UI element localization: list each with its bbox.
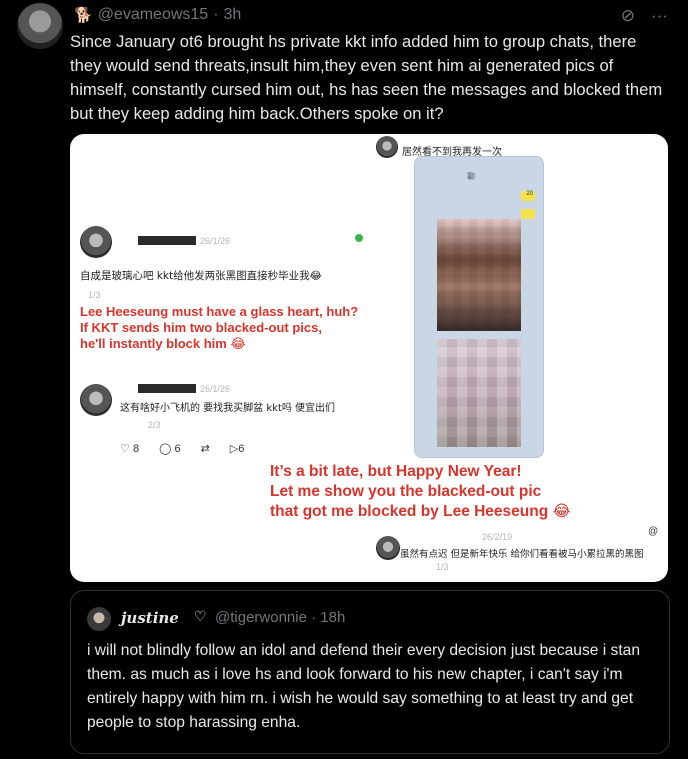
comment-icon: ◯ bbox=[159, 443, 172, 455]
post3-date: 26/2/19 bbox=[482, 532, 513, 542]
share-icon: ▷ bbox=[229, 443, 239, 455]
share-count: 6 bbox=[238, 443, 245, 455]
grok-icon[interactable]: ⊘ bbox=[621, 6, 635, 26]
dog-emoji-icon: 🐕 bbox=[74, 7, 93, 24]
chat-header: 聊 bbox=[467, 172, 475, 181]
tweet-text: Since January ot6 brought hs private kkt… bbox=[70, 32, 663, 123]
post3-translation-line2: Let me show you the blacked-out pic bbox=[270, 483, 542, 500]
post1-translation-line1: Lee Heeseung must have a glass heart, hu… bbox=[80, 304, 359, 319]
commenter-avatar bbox=[376, 136, 398, 158]
post2-text: 这有啥好小飞机的 要找我买脚盆 kkt吗 便宜出们 bbox=[120, 403, 336, 414]
post2-actions: ♡ 8 ◯ 6 ⇄ ▷6 bbox=[120, 442, 244, 455]
post2-page: 2/3 bbox=[148, 420, 161, 430]
redacted-name bbox=[138, 384, 196, 393]
like-action[interactable]: ♡ 8 bbox=[120, 442, 139, 455]
heart-icon: ♡ bbox=[120, 443, 130, 455]
post1-date: 26/1/26 bbox=[200, 236, 231, 246]
quoted-handle[interactable]: @tigerwonnie bbox=[215, 609, 307, 626]
post3-avatar bbox=[376, 536, 400, 560]
post1-avatar bbox=[80, 226, 112, 258]
post2-avatar bbox=[80, 384, 112, 416]
redacted-name bbox=[138, 236, 196, 245]
post-time[interactable]: 3h bbox=[224, 6, 242, 24]
chat-chip: 20 bbox=[526, 191, 533, 197]
post3-translation-line1: It’s a bit late, but Happy New Year! bbox=[270, 463, 522, 480]
like-count: 8 bbox=[132, 443, 140, 455]
pixelated-photo bbox=[437, 219, 521, 331]
user-handle[interactable]: @evameows15 bbox=[98, 6, 209, 24]
tweet-header: 🐕 @evameows15 · 3h bbox=[74, 6, 241, 24]
sticker-bubble bbox=[521, 209, 535, 219]
post2-date: 26/1/26 bbox=[200, 384, 231, 394]
post1-translation-line2: If KKT sends him two blacked-out pics, bbox=[80, 320, 322, 335]
post1-text: 自成是玻璃心吧 kkt给他发两张黑图直接秒毕业我😂 bbox=[80, 270, 322, 282]
header-actions: ⊘ ··· bbox=[621, 6, 668, 26]
post1-translation-line3: he'll instantly block him 😂 bbox=[80, 336, 246, 351]
post1-page: 1/3 bbox=[88, 290, 101, 300]
meta-separator: · bbox=[213, 6, 219, 23]
repost-icon[interactable]: ⇄ bbox=[201, 442, 210, 455]
quoted-tweet[interactable]: justine ♡ @tigerwonnie · 18h i will not … bbox=[70, 590, 670, 754]
quoted-avatar[interactable] bbox=[87, 607, 111, 631]
post3-translation: It’s a bit late, but Happy New Year! Let… bbox=[270, 462, 571, 522]
post3-page: 1/3 bbox=[436, 562, 449, 572]
quoted-time[interactable]: 18h bbox=[320, 609, 345, 626]
share-action[interactable]: ▷6 bbox=[230, 442, 245, 455]
quoted-meta: @tigerwonnie · 18h bbox=[215, 609, 345, 626]
more-options-icon[interactable]: ··· bbox=[651, 6, 668, 26]
post3-text: 虽然有点迟 但是新年快乐 给你们看看被马小累拉黑的黑图 bbox=[400, 549, 644, 560]
heart-outline-icon: ♡ bbox=[194, 608, 207, 624]
comment-count: 6 bbox=[174, 443, 181, 455]
online-dot-icon bbox=[355, 234, 363, 242]
post1-translation: Lee Heeseung must have a glass heart, hu… bbox=[80, 304, 358, 352]
avatar[interactable] bbox=[17, 3, 63, 49]
tweet-media-image[interactable]: 居然看不到我再发一次 26/1/26 自成是玻璃心吧 kkt给他发两张黑图直接秒… bbox=[70, 134, 668, 582]
comment-action[interactable]: ◯ 6 bbox=[159, 442, 181, 455]
threads-icon: @ bbox=[648, 526, 659, 537]
quoted-display-name[interactable]: justine bbox=[121, 609, 179, 627]
pixelated-photo bbox=[437, 339, 521, 447]
meta-separator: · bbox=[311, 609, 317, 626]
post3-translation-line3: that got me blocked by Lee Heeseung 😂 bbox=[270, 503, 571, 520]
quoted-text: i will not blindly follow an idol and de… bbox=[87, 642, 641, 731]
chat-screenshot: 聊 20 bbox=[414, 156, 544, 458]
